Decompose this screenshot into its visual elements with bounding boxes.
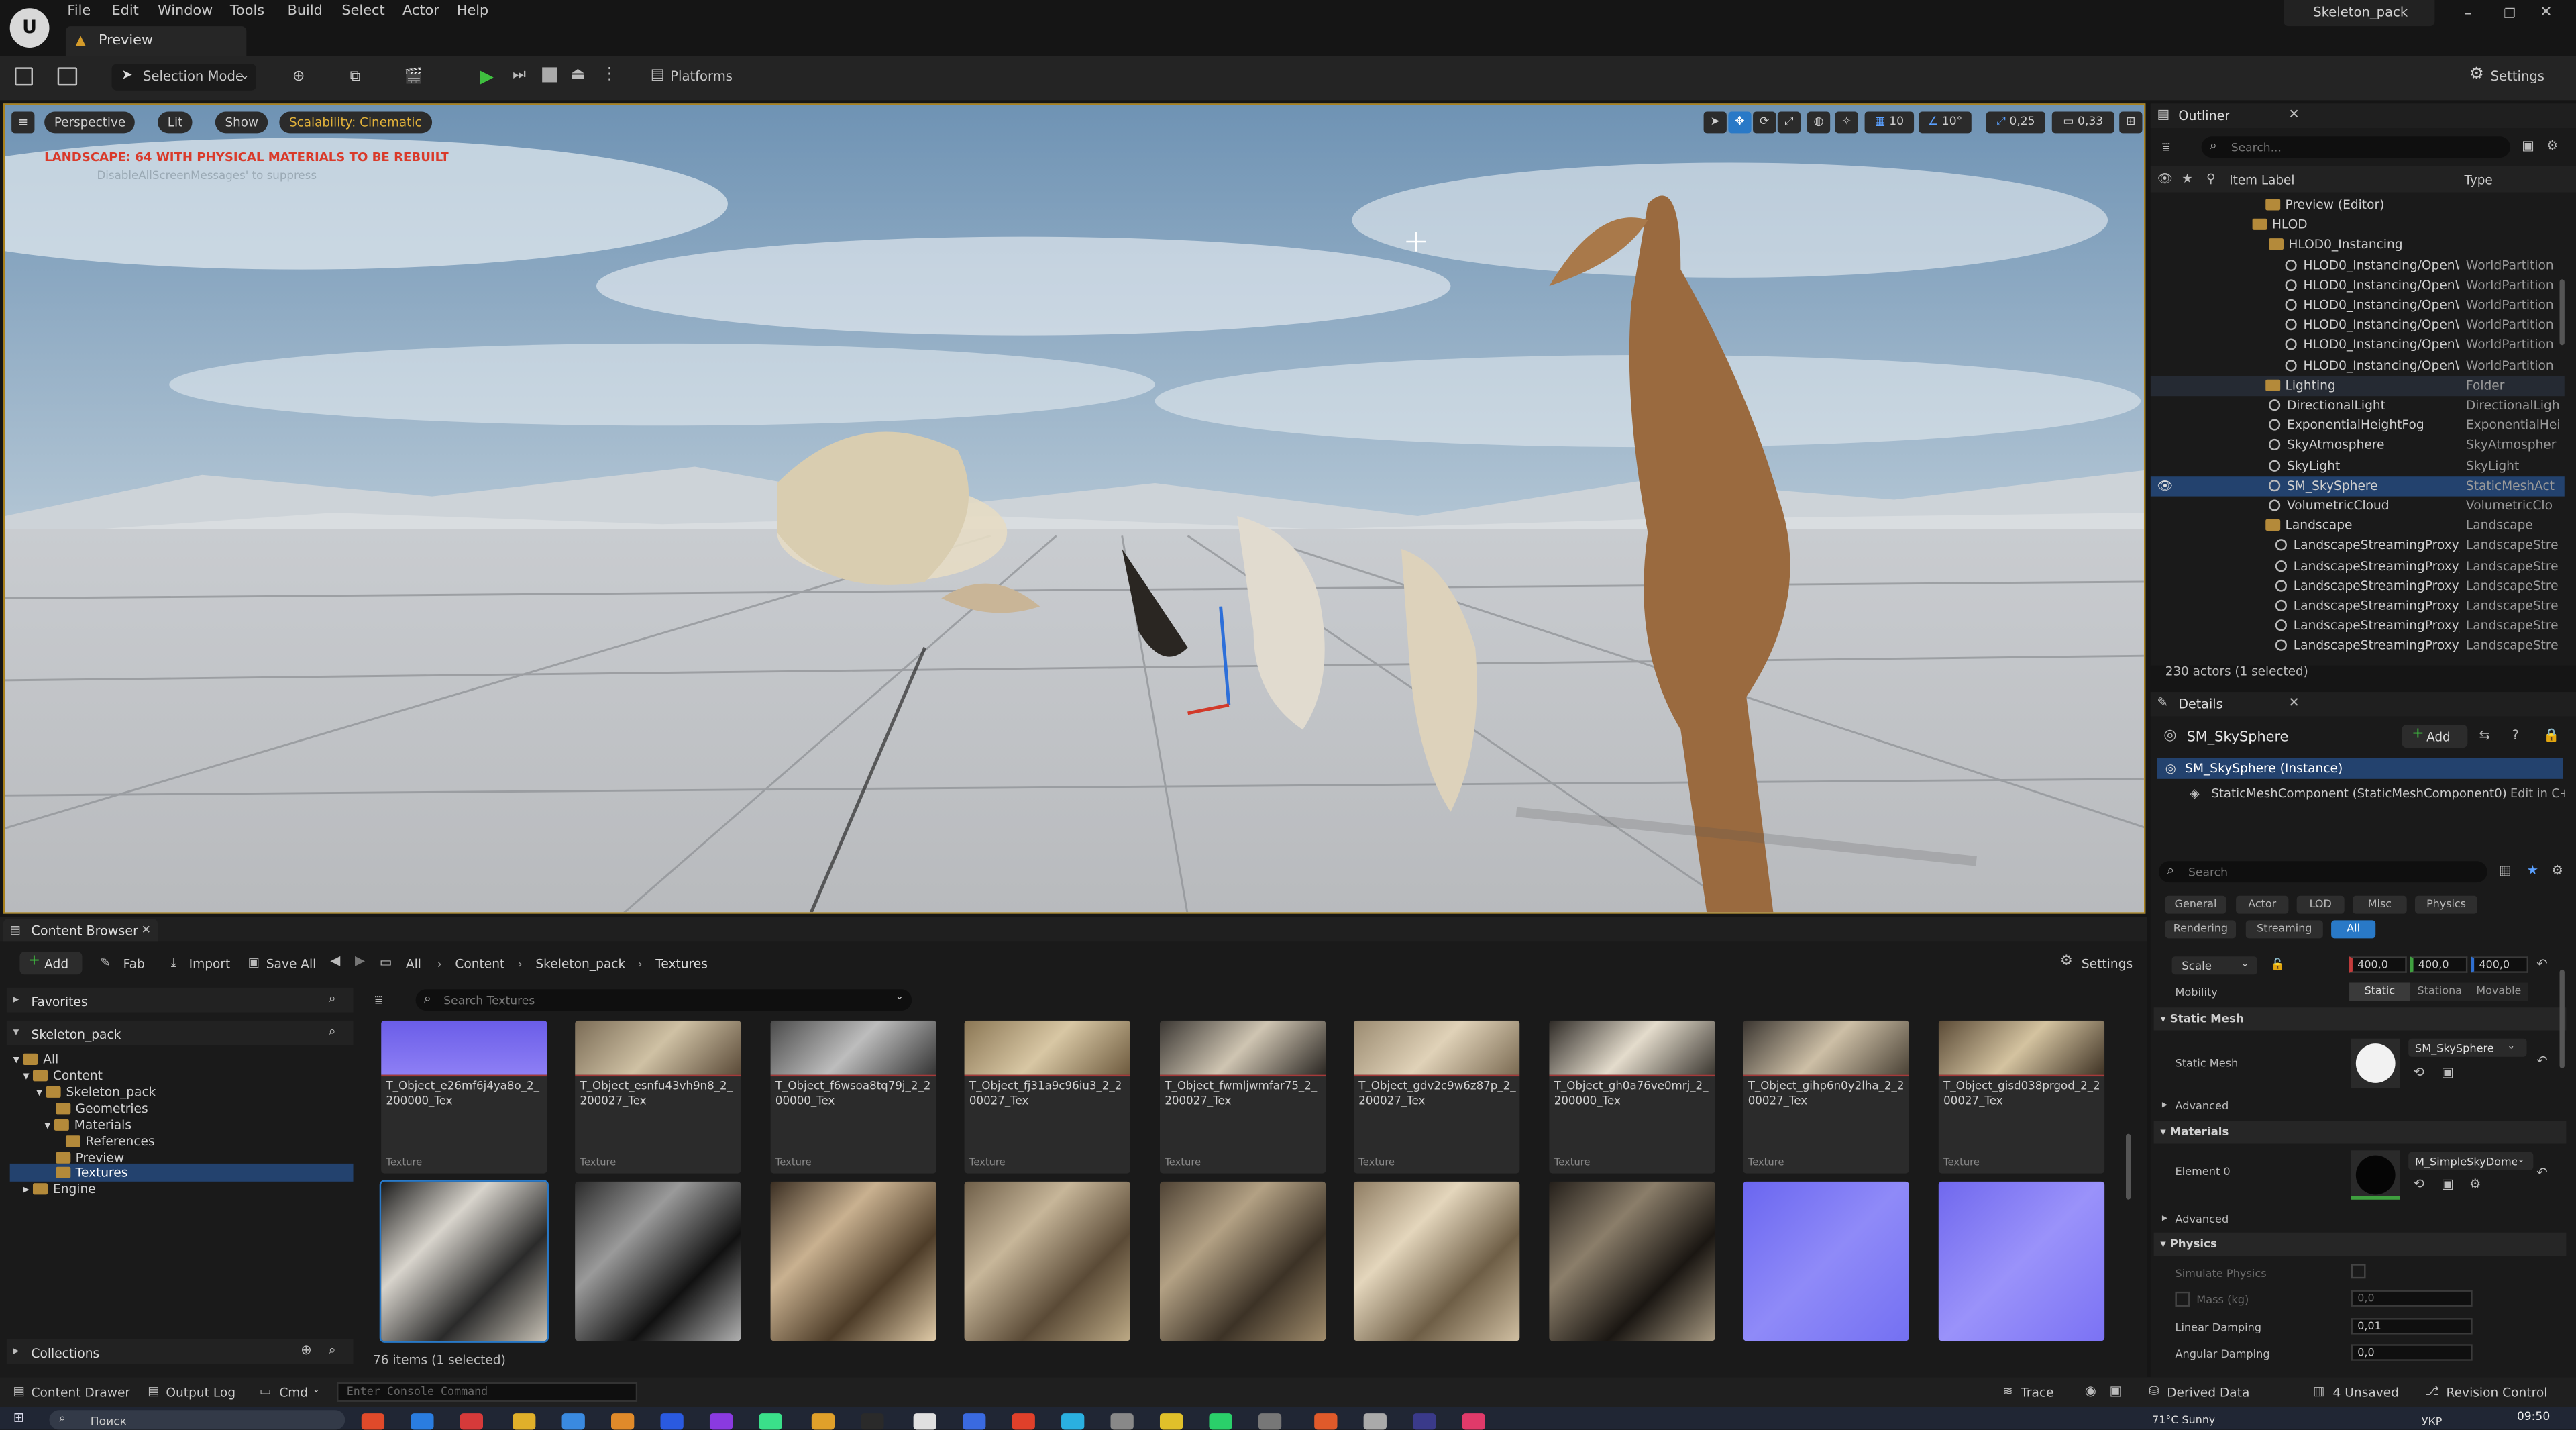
taskbar-app-icon[interactable] <box>1258 1413 1282 1430</box>
taskbar-app-icon[interactable] <box>963 1413 986 1430</box>
taskbar-app-icon[interactable] <box>1209 1413 1232 1430</box>
taskbar-clock[interactable]: 09:50 <box>2517 1410 2550 1423</box>
taskbar-app-icon[interactable] <box>361 1413 385 1430</box>
taskbar-app-icon[interactable] <box>1061 1413 1085 1430</box>
taskbar-app-icon[interactable] <box>460 1413 484 1430</box>
language-indicator[interactable]: УКР <box>2422 1415 2443 1429</box>
taskbar-app-icon[interactable] <box>411 1413 434 1430</box>
taskbar-app-icon[interactable] <box>561 1413 585 1430</box>
taskbar-app-icon[interactable] <box>611 1413 635 1430</box>
taskbar-app-icon[interactable] <box>513 1413 536 1430</box>
taskbar-app-icon[interactable] <box>660 1413 684 1430</box>
taskbar-app-icon[interactable] <box>1462 1413 1485 1430</box>
taskbar-app-icon[interactable] <box>709 1413 733 1430</box>
taskbar-app-icon[interactable] <box>811 1413 835 1430</box>
taskbar-app-icon[interactable] <box>759 1413 782 1430</box>
taskbar-app-icon[interactable] <box>1012 1413 1035 1430</box>
taskbar-app-icon[interactable] <box>1159 1413 1183 1430</box>
taskbar-app-icon[interactable] <box>1314 1413 1338 1430</box>
taskbar-app-icon[interactable] <box>913 1413 936 1430</box>
taskbar-apps <box>0 0 2576 1430</box>
taskbar-app-icon[interactable] <box>1110 1413 1134 1430</box>
taskbar-app-icon[interactable] <box>1413 1413 1436 1430</box>
taskbar-app-icon[interactable] <box>1363 1413 1387 1430</box>
weather-widget[interactable]: 71°C Sunny <box>2152 1413 2215 1427</box>
taskbar-app-icon[interactable] <box>861 1413 884 1430</box>
